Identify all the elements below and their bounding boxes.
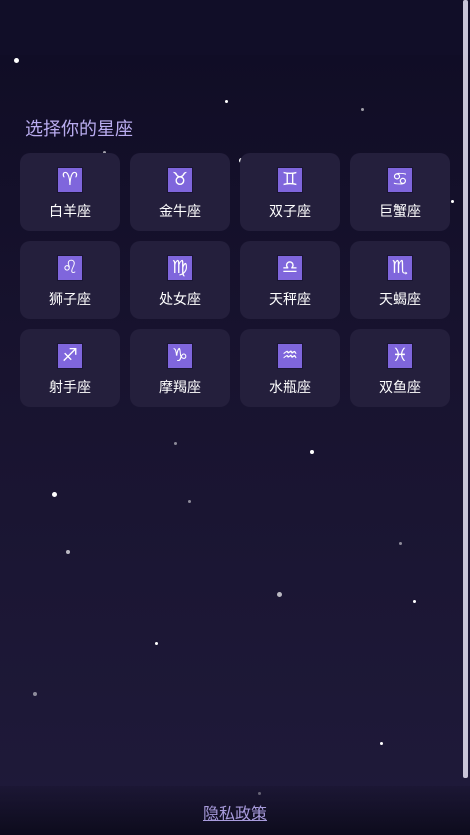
star [155, 642, 158, 645]
star [399, 542, 402, 545]
zodiac-card-capricorn[interactable]: ♑︎ 摩羯座 [130, 329, 230, 407]
gemini-icon: ♊︎ [277, 167, 303, 193]
zodiac-card-virgo[interactable]: ♍︎ 处女座 [130, 241, 230, 319]
star [451, 200, 454, 203]
zodiac-label: 天秤座 [269, 292, 311, 308]
star [66, 550, 70, 554]
zodiac-label: 金牛座 [159, 204, 201, 220]
star [380, 742, 383, 745]
zodiac-card-aquarius[interactable]: ♒︎ 水瓶座 [240, 329, 340, 407]
zodiac-card-aries[interactable]: ♈︎ 白羊座 [20, 153, 120, 231]
taurus-icon: ♉︎ [167, 167, 193, 193]
star [52, 492, 57, 497]
top-bar [0, 0, 470, 55]
libra-icon: ♎︎ [277, 255, 303, 281]
zodiac-label: 巨蟹座 [379, 204, 421, 220]
zodiac-card-sagittarius[interactable]: ♐︎ 射手座 [20, 329, 120, 407]
zodiac-label: 射手座 [49, 380, 91, 396]
zodiac-card-scorpio[interactable]: ♏︎ 天蝎座 [350, 241, 450, 319]
zodiac-card-pisces[interactable]: ♓︎ 双鱼座 [350, 329, 450, 407]
star [188, 500, 191, 503]
sagittarius-icon: ♐︎ [57, 343, 83, 369]
zodiac-card-leo[interactable]: ♌︎ 狮子座 [20, 241, 120, 319]
star [361, 108, 364, 111]
page-title: 选择你的星座 [25, 119, 133, 140]
zodiac-label: 白羊座 [49, 204, 91, 220]
star [14, 58, 19, 63]
capricorn-icon: ♑︎ [167, 343, 193, 369]
aquarius-icon: ♒︎ [277, 343, 303, 369]
star [277, 592, 282, 597]
zodiac-label: 摩羯座 [159, 380, 201, 396]
zodiac-label: 狮子座 [49, 292, 91, 308]
zodiac-label: 处女座 [159, 292, 201, 308]
star [225, 100, 228, 103]
scorpio-icon: ♏︎ [387, 255, 413, 281]
pisces-icon: ♓︎ [387, 343, 413, 369]
zodiac-label: 双鱼座 [379, 380, 421, 396]
zodiac-grid: ♈︎ 白羊座 ♉︎ 金牛座 ♊︎ 双子座 ♋︎ 巨蟹座 ♌︎ 狮子座 ♍︎ 处女… [20, 153, 450, 407]
zodiac-card-libra[interactable]: ♎︎ 天秤座 [240, 241, 340, 319]
zodiac-card-cancer[interactable]: ♋︎ 巨蟹座 [350, 153, 450, 231]
aries-icon: ♈︎ [57, 167, 83, 193]
star [174, 442, 177, 445]
star [310, 450, 314, 454]
zodiac-label: 天蝎座 [379, 292, 421, 308]
zodiac-label: 水瓶座 [269, 380, 311, 396]
star [413, 600, 416, 603]
zodiac-card-taurus[interactable]: ♉︎ 金牛座 [130, 153, 230, 231]
cancer-icon: ♋︎ [387, 167, 413, 193]
zodiac-card-gemini[interactable]: ♊︎ 双子座 [240, 153, 340, 231]
star [33, 692, 37, 696]
scrollbar[interactable] [463, 0, 468, 778]
zodiac-label: 双子座 [269, 204, 311, 220]
privacy-policy-link[interactable]: 隐私政策 [0, 800, 470, 824]
leo-icon: ♌︎ [57, 255, 83, 281]
virgo-icon: ♍︎ [167, 255, 193, 281]
